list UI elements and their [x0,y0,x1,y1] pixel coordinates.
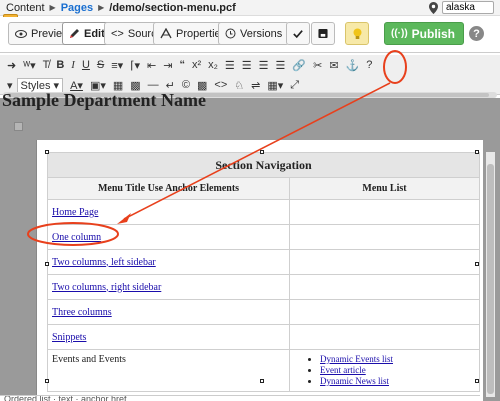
resize-handle[interactable] [45,262,49,266]
align-left-icon[interactable]: ☰ [225,59,235,72]
lightbulb-icon [353,28,361,39]
pencil-icon [70,29,79,38]
save-icon [318,28,328,39]
location-picker [429,1,494,14]
lightbulb-button[interactable] [345,22,369,45]
eye-icon [15,29,27,38]
page-toolbar: Preview Edit <> Source Properties Versio… [0,17,500,53]
unlink-icon[interactable]: ✂ [313,59,322,72]
numbered-list-icon[interactable]: ⌈▾ [130,59,140,72]
menu-list: Dynamic Events list Event article Dynami… [294,354,475,387]
align-right-icon[interactable]: ☰ [259,59,269,72]
clear-format-icon[interactable]: T̸ [43,59,50,71]
sliders-icon [160,28,172,39]
resize-handle[interactable] [260,150,264,154]
table-row: Events and Events Dynamic Events list Ev… [47,349,480,392]
resize-handle[interactable] [475,379,479,383]
caret-right-icon: ▶ [49,3,56,12]
block-marker[interactable] [14,122,23,131]
breadcrumb: Content ▶ Pages ▶ /demo/section-menu.pcf [0,0,500,16]
table-row: Two columns, right sidebar [47,274,480,300]
menu-list-link[interactable]: Event article [320,365,366,375]
column-header: Menu List [289,177,480,200]
table-caption: Section Navigation [47,152,480,178]
bold-icon[interactable]: B [56,59,64,71]
publish-label: Publish [411,26,455,41]
resize-handle[interactable] [45,150,49,154]
versions-button[interactable]: Versions [218,22,290,45]
align-center-icon[interactable]: ☰ [242,59,252,72]
editor-toolbar-row-1: ➜ ᵂ▾ T̸ B I U S ≡▾ ⌈▾ ⇤ ⇥ “ x² x₂ ☰ ☰ ☰ … [0,55,372,75]
scrollbar-thumb[interactable] [487,164,494,394]
app-root: Content ▶ Pages ▶ /demo/section-menu.pcf… [0,0,500,401]
help-circle-icon[interactable]: ? [366,59,372,71]
resize-handle[interactable] [475,150,479,154]
table-icon[interactable]: ▦▾ [267,79,283,92]
table-row: Snippets [47,324,480,350]
location-input[interactable] [442,1,494,14]
list-item: Dynamic Events list [320,354,475,365]
menu-link[interactable]: Home Page [52,207,98,218]
list-item: Dynamic News list [320,376,475,387]
strikethrough-icon[interactable]: S [97,59,104,71]
check-icon [293,29,303,38]
menu-link[interactable]: Snippets [52,332,86,343]
events-cell: Events and Events [47,349,290,392]
breadcrumb-path: /demo/section-menu.pcf [109,1,236,14]
menu-link[interactable]: One column [52,232,101,243]
menu-link[interactable]: Three columns [52,307,112,318]
bullet-list-icon[interactable]: ≡▾ [111,59,123,72]
edit-label: Edit [84,27,105,40]
list-item: Event article [320,365,475,376]
blockquote-icon[interactable]: “ [179,59,185,71]
superscript-icon[interactable]: x² [192,59,201,71]
anchor-icon[interactable]: ⚓ [346,59,360,72]
check-button[interactable] [286,22,310,45]
table-row: Three columns [47,299,480,325]
resize-handle[interactable] [260,379,264,383]
code-icon[interactable]: <> [214,79,227,91]
menu-list-link[interactable]: Dynamic Events list [320,354,393,364]
broadcast-icon: ((·)) [391,28,408,39]
breadcrumb-content[interactable]: Content [6,2,45,14]
breadcrumb-pages[interactable]: Pages [61,2,93,14]
status-bar: Ordered list · text · anchor href ... [0,395,480,401]
snippet-icon[interactable]: ⇌ [251,79,260,92]
spellcheck-icon[interactable]: ᵂ▾ [23,59,35,72]
department-heading[interactable]: Sample Department Name [2,90,206,111]
subscript-icon[interactable]: x₂ [208,59,218,71]
resize-handle[interactable] [45,379,49,383]
versions-label: Versions [240,27,283,40]
table-row: One column [47,224,480,250]
menu-link[interactable]: Two columns, right sidebar [52,282,161,293]
menu-list-link[interactable]: Dynamic News list [320,376,389,386]
indent-icon[interactable]: ⇥ [163,59,172,72]
asset-icon[interactable]: ♘ [234,79,244,92]
save-button[interactable] [311,22,335,45]
resize-handle[interactable] [475,262,479,266]
underline-icon[interactable]: U [82,59,90,71]
code-icon: <> [111,27,124,40]
envelope-icon[interactable]: ✉ [329,59,338,72]
table-row: Home Page [47,199,480,225]
history-icon [225,28,236,39]
publish-button[interactable]: ((·)) Publish ▼ [384,22,471,45]
caret-right-icon: ▶ [98,3,105,12]
fullscreen-icon[interactable]: ⤢ [290,79,299,92]
map-marker-icon [429,1,438,14]
section-nav-table[interactable]: Section Navigation Menu Title Use Anchor… [47,152,480,392]
link-icon[interactable]: 🔗 [292,59,306,72]
vertical-scrollbar[interactable] [486,152,495,397]
table-row: Two columns, left sidebar [47,249,480,275]
outdent-icon[interactable]: ⇤ [147,59,156,72]
editor-toolbar: ➜ ᵂ▾ T̸ B I U S ≡▾ ⌈▾ ⇤ ⇥ “ x² x₂ ☰ ☰ ☰ … [0,55,500,95]
help-icon[interactable]: ? [469,26,484,41]
menu-link[interactable]: Two columns, left sidebar [52,257,156,268]
redo-icon[interactable]: ➜ [7,59,16,72]
column-header: Menu Title Use Anchor Elements [47,177,290,200]
italic-icon[interactable]: I [71,59,75,71]
align-justify-icon[interactable]: ☰ [276,59,286,72]
